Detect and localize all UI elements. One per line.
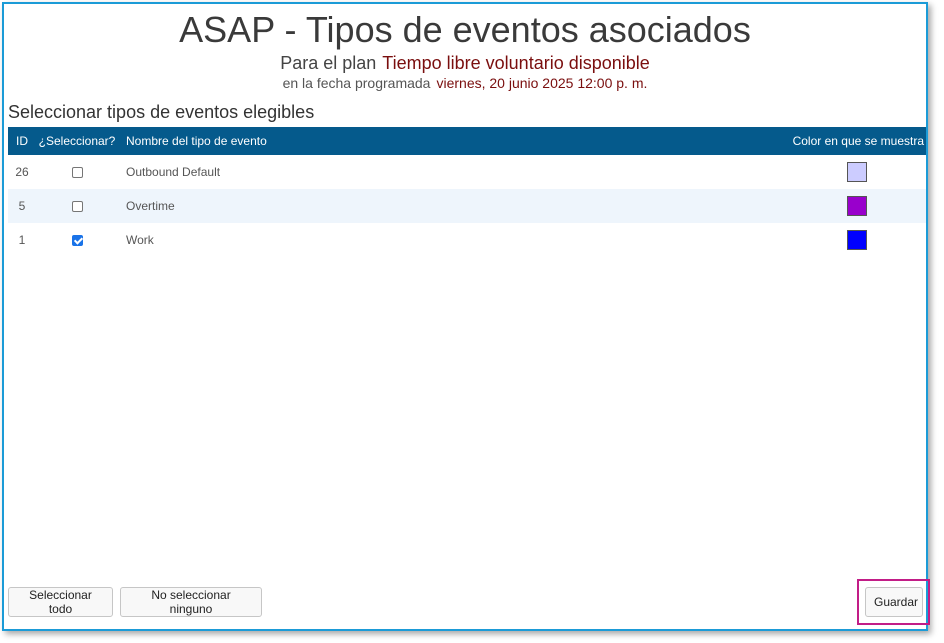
section-title: Seleccionar tipos de eventos elegibles xyxy=(8,102,315,122)
table-header: ID ¿Seleccionar? Nombre del tipo de even… xyxy=(8,127,926,155)
date-label: en la fecha programada xyxy=(282,75,431,91)
row-event-name: Work xyxy=(126,233,154,247)
header-name: Nombre del tipo de evento xyxy=(126,134,267,148)
select-checkbox[interactable] xyxy=(71,235,83,247)
row-event-name: Outbound Default xyxy=(126,165,221,179)
select-all-button[interactable]: Seleccionar todo xyxy=(8,587,113,617)
plan-label: Para el plan xyxy=(280,53,377,73)
select-checkbox[interactable] xyxy=(71,201,83,213)
save-button[interactable]: Guardar xyxy=(865,587,923,617)
select-checkbox[interactable] xyxy=(71,167,83,179)
event-types-table: ID ¿Seleccionar? Nombre del tipo de even… xyxy=(8,127,926,257)
select-none-button[interactable]: No seleccionar ninguno xyxy=(120,587,262,617)
plan-line: Para el plan Tiempo libre voluntario disp… xyxy=(4,52,926,74)
date-value: viernes, 20 junio 2025 12:00 p. m. xyxy=(436,75,648,91)
color-swatch xyxy=(847,162,867,182)
page-title: ASAP - Tipos de eventos asociados xyxy=(179,9,751,50)
row-id: 5 xyxy=(18,199,26,213)
plan-value: Tiempo libre voluntario disponible xyxy=(382,53,650,73)
header-id: ID xyxy=(16,134,28,148)
date-line: en la fecha programada viernes, 20 junio … xyxy=(4,74,926,92)
table-row: 26 Outbound Default xyxy=(8,155,926,189)
header-color: Color en que se muestra xyxy=(792,134,924,148)
table-row: 1 Work xyxy=(8,223,926,257)
header-select: ¿Seleccionar? xyxy=(38,134,116,148)
row-id: 1 xyxy=(18,233,26,247)
dialog-window: ASAP - Tipos de eventos asociados Para e… xyxy=(2,2,930,631)
table-row: 5 Overtime xyxy=(8,189,926,223)
color-swatch xyxy=(847,196,867,216)
row-id: 26 xyxy=(15,165,29,179)
row-event-name: Overtime xyxy=(126,199,175,213)
color-swatch xyxy=(847,230,867,250)
